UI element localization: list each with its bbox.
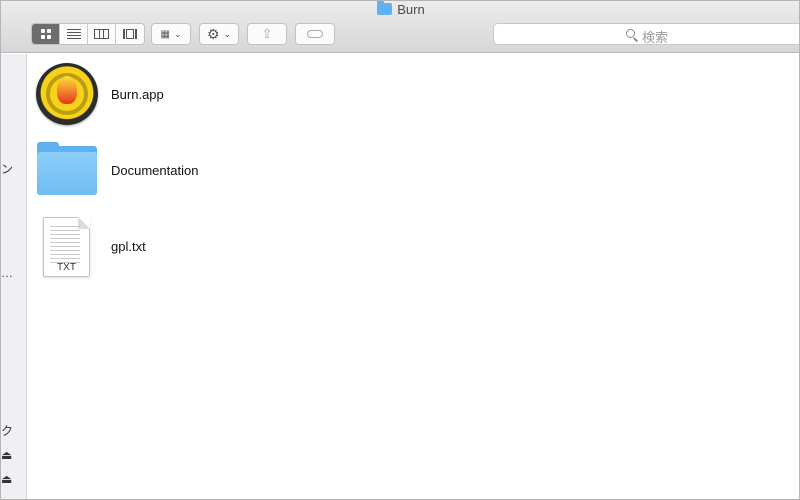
- icon-view-button[interactable]: [32, 24, 60, 44]
- search-placeholder: 検索: [642, 30, 669, 45]
- search-icon: [626, 29, 635, 38]
- column-view-button[interactable]: [88, 24, 116, 44]
- text-file-icon: TXT: [36, 215, 98, 277]
- chevron-down-icon: ⌄: [173, 28, 182, 39]
- toolbar: Burn ▦ ⌄ ⚙ ⌄ ⇪ 検索: [1, 1, 799, 53]
- eject-icon[interactable]: ⏏: [1, 448, 12, 462]
- window-title-text: Burn: [397, 2, 425, 17]
- sidebar-item-fragment[interactable]: …: [1, 266, 13, 280]
- gear-icon: ⚙: [206, 25, 220, 42]
- coverflow-icon: [123, 29, 137, 39]
- file-name: Burn.app: [111, 86, 164, 102]
- chevron-down-icon: ⌄: [223, 28, 232, 39]
- columns-icon: [94, 29, 109, 39]
- tags-button[interactable]: [295, 23, 335, 45]
- sidebar: ン … ク ⏏ ⏏: [1, 54, 27, 499]
- tag-icon: [307, 30, 323, 38]
- grid-icon: [40, 29, 51, 39]
- eject-icon[interactable]: ⏏: [1, 472, 12, 486]
- sidebar-item-fragment[interactable]: ン: [1, 160, 13, 177]
- arrange-button[interactable]: ▦ ⌄: [151, 23, 191, 45]
- finder-window: Burn ▦ ⌄ ⚙ ⌄ ⇪ 検索 ン … ク ⏏ ⏏ Burn.app Doc…: [0, 0, 800, 500]
- folder-icon: [36, 139, 98, 201]
- list-icon: [66, 29, 81, 39]
- folder-icon: [377, 1, 393, 15]
- sidebar-item-fragment[interactable]: ク: [1, 422, 13, 439]
- file-name: Documentation: [111, 162, 199, 178]
- file-name: gpl.txt: [111, 238, 146, 254]
- file-extension-label: TXT: [57, 262, 76, 273]
- view-mode-group: [31, 23, 145, 45]
- list-view-button[interactable]: [60, 24, 88, 44]
- coverflow-view-button[interactable]: [116, 24, 144, 44]
- action-button[interactable]: ⚙ ⌄: [199, 23, 239, 45]
- arrange-icon: ▦: [160, 28, 170, 40]
- burn-app-icon: [36, 63, 98, 125]
- share-icon: ⇪: [261, 26, 273, 41]
- search-field[interactable]: 検索: [493, 23, 799, 45]
- window-title: Burn: [1, 1, 799, 17]
- file-browser: Burn.app Documentation TXT gpl.txt: [28, 54, 799, 499]
- share-button[interactable]: ⇪: [247, 23, 287, 45]
